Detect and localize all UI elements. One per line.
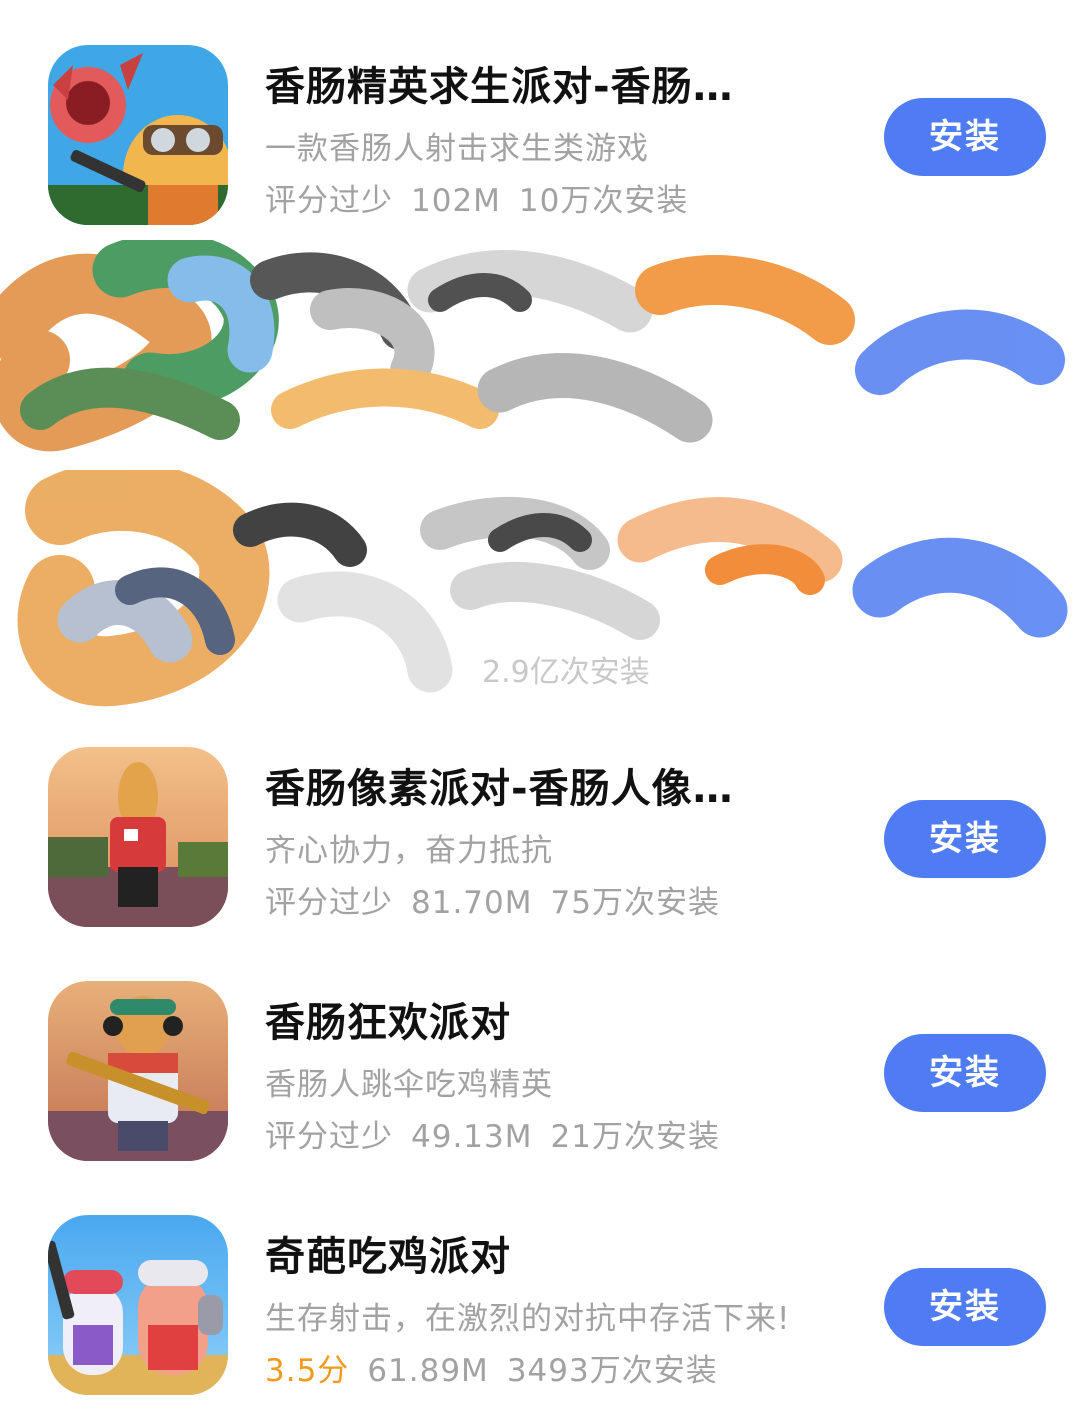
sausage-character-icon [48,747,228,927]
install-button[interactable]: 安装 [884,565,1046,643]
redacted-list-item[interactable]: 安装 [0,240,1080,480]
app-size: 61.89M [367,1353,489,1389]
sausage-gunner-icon [48,981,228,1161]
app-description: 一款香肠人射击求生类游戏 [265,131,649,167]
install-button[interactable]: 安装 [884,1034,1046,1112]
app-installs: 2.9亿次安装 [482,655,650,690]
app-title: 香肠像素派对-香肠人像… [265,766,734,812]
list-item[interactable]: 奇葩吃鸡派对 生存射击，在激烈的对抗中存活下来! 3.5分 61.89M 3493万… [0,1215,1080,1415]
app-icon[interactable] [48,981,228,1161]
app-meta: 评分过少 81.70M 75万次安装 [265,881,845,925]
install-button[interactable]: 安装 [884,800,1046,878]
install-button[interactable]: 安装 [884,335,1046,413]
app-description: 香肠人跳伞吃鸡精英 [265,1067,553,1103]
app-rating: 评分过少 [265,183,393,219]
app-title: 香肠狂欢派对 [265,1000,511,1046]
app-installs: 10万次安装 [518,183,689,219]
app-description: 生存射击，在激烈的对抗中存活下来! [265,1301,791,1337]
app-list: 香肠精英求生派对-香肠… 一款香肠人射击求生类游戏 评分过少 102M 10万次安装… [0,0,1080,1424]
install-button[interactable]: 安装 [884,1268,1046,1346]
list-item[interactable]: 香肠精英求生派对-香肠… 一款香肠人射击求生类游戏 评分过少 102M 10万次安装… [0,45,1080,245]
app-rating: 3.5分 [265,1353,350,1389]
app-description: 齐心协力，奋力抵抗 [265,833,553,869]
app-size: 102M [411,183,501,219]
app-installs: 21万次安装 [550,1119,720,1155]
app-size: 49.13M [411,1119,533,1155]
app-meta: 3.5分 61.89M 3493万次安装 [265,1349,845,1393]
app-meta: 评分过少 102M 10万次安装 [265,179,845,223]
app-rating: 评分过少 [265,885,393,921]
install-button[interactable]: 安装 [884,98,1046,176]
app-title: 香肠精英求生派对-香肠… [265,64,734,110]
app-icon[interactable] [48,747,228,927]
app-icon[interactable] [48,45,228,225]
app-icon[interactable] [48,1215,228,1395]
list-item[interactable]: 香肠狂欢派对 香肠人跳伞吃鸡精英 评分过少 49.13M 21万次安装 安装 [0,981,1080,1181]
list-item[interactable]: 香肠像素派对-香肠人像… 齐心协力，奋力抵抗 评分过少 81.70M 75万次安装 … [0,747,1080,947]
app-size: 81.70M [411,885,533,921]
app-rating: 评分过少 [265,1119,393,1155]
app-title: 奇葩吃鸡派对 [265,1234,511,1280]
app-meta: 评分过少 49.13M 21万次安装 [265,1115,845,1159]
sausage-soldier-icon [48,45,228,225]
redacted-list-item[interactable]: 2.9亿次安装 安装 [0,470,1080,710]
app-installs: 3493万次安装 [506,1353,718,1389]
sausage-duo-icon [48,1215,228,1395]
app-installs: 75万次安装 [550,885,720,921]
